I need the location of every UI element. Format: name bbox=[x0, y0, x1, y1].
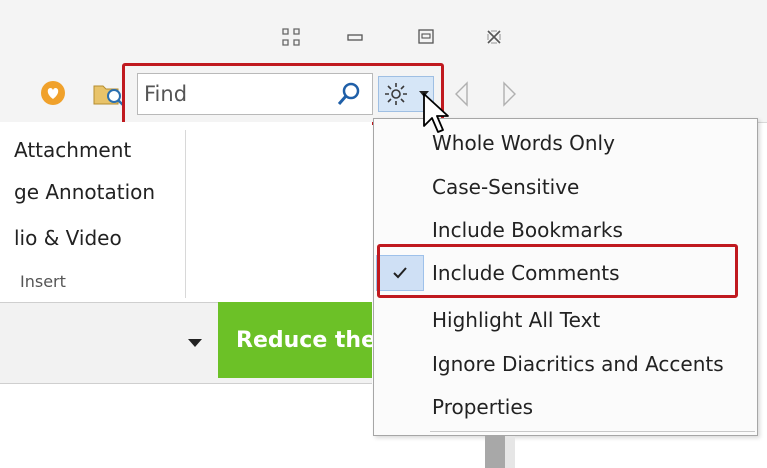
fullscreen-icon bbox=[282, 28, 300, 46]
minimize-button[interactable] bbox=[338, 20, 372, 54]
include-comments-highlight-box bbox=[377, 244, 738, 298]
menu-item-label: Whole Words Only bbox=[432, 131, 615, 155]
folder-search-button[interactable] bbox=[92, 80, 126, 108]
triangle-left-icon bbox=[455, 81, 468, 107]
find-highlight-box bbox=[122, 63, 444, 125]
fullscreen-button[interactable] bbox=[274, 20, 308, 54]
menu-item-label: Case-Sensitive bbox=[432, 175, 580, 199]
triangle-right-icon bbox=[503, 81, 516, 107]
close-button[interactable] bbox=[477, 20, 511, 54]
menu-item-properties[interactable]: Properties bbox=[374, 387, 757, 427]
restore-icon bbox=[418, 29, 434, 44]
menu-item-label: Properties bbox=[432, 395, 534, 419]
ribbon-separator bbox=[185, 130, 186, 298]
lower-dropdown-button[interactable] bbox=[188, 334, 202, 347]
ribbon-item-audio-video[interactable]: lio & Video bbox=[14, 226, 122, 250]
caret-down-icon bbox=[188, 339, 202, 347]
ribbon-item-image-annotation[interactable]: ge Annotation bbox=[14, 180, 155, 204]
menu-item-label: Include Bookmarks bbox=[432, 218, 623, 242]
arrow-cursor-icon bbox=[423, 93, 449, 133]
folder-search-icon bbox=[93, 85, 124, 106]
menu-item-highlight-all-text[interactable]: Highlight All Text bbox=[374, 300, 757, 340]
scrollbar-thumb[interactable] bbox=[485, 436, 505, 468]
menu-divider bbox=[430, 431, 755, 432]
menu-item-ignore-diacritics[interactable]: Ignore Diacritics and Accents bbox=[374, 344, 757, 384]
previous-result-button[interactable] bbox=[452, 80, 472, 108]
menu-item-label: Ignore Diacritics and Accents bbox=[432, 352, 724, 376]
favorite-button[interactable] bbox=[40, 80, 66, 106]
ribbon-group-label: Insert bbox=[20, 272, 66, 291]
close-icon bbox=[487, 30, 501, 44]
restore-button[interactable] bbox=[409, 20, 443, 54]
minimize-icon bbox=[347, 34, 363, 41]
menu-item-case-sensitive[interactable]: Case-Sensitive bbox=[374, 167, 757, 207]
heart-icon bbox=[41, 81, 65, 105]
promo-banner[interactable]: Reduce the bbox=[218, 302, 372, 378]
title-bar bbox=[0, 0, 767, 68]
menu-item-label: Highlight All Text bbox=[432, 308, 601, 332]
ribbon-item-attachment[interactable]: Attachment bbox=[14, 138, 131, 162]
next-result-button[interactable] bbox=[499, 80, 519, 108]
mouse-cursor bbox=[422, 92, 452, 136]
scrollbar-track[interactable] bbox=[505, 436, 515, 468]
